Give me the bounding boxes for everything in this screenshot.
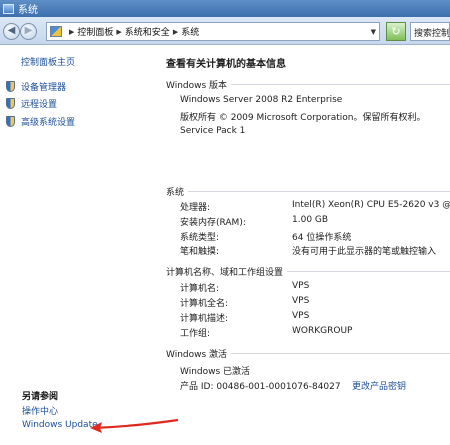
sidebar-item-device-manager[interactable]: 设备管理器 — [6, 79, 66, 93]
row-key: 计算机全名: — [180, 299, 229, 309]
sidebar-item-label[interactable]: 设备管理器 — [21, 80, 66, 93]
back-button[interactable]: ◀ — [3, 23, 20, 40]
row-value: VPS — [292, 311, 310, 321]
row-value: Intel(R) Xeon(R) CPU E5-2620 v3 @ 2. — [292, 200, 450, 210]
see-also-heading: 另请参阅 — [22, 392, 59, 402]
computer-name-row: 计算机名: VPS — [180, 281, 450, 294]
computer-name-section: 计算机名称、域和工作组设置 计算机名: VPS 计算机全名: VPS 计算机描述… — [166, 265, 450, 345]
computer-description-row: 计算机描述: VPS — [180, 311, 450, 324]
sidebar-item-advanced-settings[interactable]: 高级系统设置 — [6, 114, 75, 128]
breadcrumb-control-panel[interactable]: 控制面板 — [77, 25, 113, 38]
chevron-right-icon[interactable]: ▶ — [116, 28, 121, 36]
processor-row: 处理器: Intel(R) Xeon(R) CPU E5-2620 v3 @ 2… — [180, 200, 450, 213]
activation-status: Windows 已激活 — [180, 367, 251, 377]
system-section: 系统 处理器: Intel(R) Xeon(R) CPU E5-2620 v3 … — [166, 185, 450, 265]
windows-edition-section: Windows 版本 Windows Server 2008 R2 Enterp… — [166, 78, 450, 158]
breadcrumb-system-security[interactable]: 系统和安全 — [125, 25, 170, 38]
shield-icon — [6, 115, 15, 127]
sidebar-item-label[interactable]: 高级系统设置 — [21, 115, 75, 128]
change-product-key-link[interactable]: 更改产品密钥 — [352, 379, 406, 392]
chevron-right-icon[interactable]: ▶ — [69, 28, 74, 36]
product-id: 产品 ID: 00486-001-0001076-84027 — [180, 382, 341, 392]
row-key: 计算机描述: — [180, 314, 229, 324]
row-key: 处理器: — [180, 203, 211, 213]
breadcrumb-system[interactable]: 系统 — [181, 25, 199, 38]
row-value: WORKGROUP — [292, 326, 353, 336]
sidebar-item-remote-settings[interactable]: 远程设置 — [6, 96, 57, 110]
memory-row: 安装内存(RAM): 1.00 GB — [180, 215, 450, 228]
system-window-icon — [3, 3, 14, 14]
full-computer-name-row: 计算机全名: VPS — [180, 296, 450, 309]
row-key: 工作组: — [180, 329, 211, 339]
refresh-button[interactable]: ↻ — [386, 22, 406, 41]
breadcrumb[interactable]: ▶ 控制面板 ▶ 系统和安全 ▶ 系统 ▼ — [46, 22, 380, 41]
window-title: 系统 — [18, 5, 38, 16]
divider — [166, 191, 450, 192]
section-title: Windows 激活 — [166, 347, 232, 360]
main-content: 查看有关计算机的基本信息 Windows 版本 Windows Server 2… — [150, 46, 450, 445]
control-panel-home-link[interactable]: 控制面板主页 — [21, 55, 75, 68]
title-bar: 系统 — [0, 0, 450, 17]
shield-icon — [6, 97, 15, 109]
activation-section: Windows 激活 Windows 已激活 产品 ID: 00486-001-… — [166, 347, 450, 397]
section-title: 计算机名称、域和工作组设置 — [166, 265, 288, 278]
row-value: 64 位操作系统 — [292, 233, 352, 243]
section-title: 系统 — [166, 185, 189, 198]
row-value: 1.00 GB — [292, 215, 329, 225]
os-name: Windows Server 2008 R2 Enterprise — [180, 95, 343, 105]
section-title: Windows 版本 — [166, 78, 232, 91]
row-value: VPS — [292, 296, 310, 306]
system-type-row: 系统类型: 64 位操作系统 — [180, 230, 450, 243]
row-key: 笔和触摸: — [180, 247, 220, 257]
row-value: 没有可用于此显示器的笔或触控输入 — [292, 247, 437, 257]
search-input[interactable]: 搜索控制 — [410, 22, 450, 41]
row-key: 系统类型: — [180, 233, 220, 243]
chevron-down-icon[interactable]: ▼ — [371, 28, 376, 36]
sidebar: 控制面板主页 设备管理器 远程设置 高级系统设置 另请参阅 操作中心 Windo… — [0, 46, 150, 445]
service-pack: Service Pack 1 — [180, 126, 246, 136]
shield-icon — [6, 80, 15, 92]
copyright-text: 版权所有 © 2009 Microsoft Corporation。保留所有权利… — [180, 113, 426, 123]
sidebar-item-label[interactable]: 远程设置 — [21, 97, 57, 110]
row-key: 安装内存(RAM): — [180, 218, 246, 228]
action-center-link[interactable]: 操作中心 — [22, 404, 58, 417]
forward-button[interactable]: ▶ — [20, 23, 37, 40]
chevron-right-icon[interactable]: ▶ — [173, 28, 178, 36]
control-panel-icon — [50, 26, 62, 37]
address-bar: ◀ ▶ ▶ 控制面板 ▶ 系统和安全 ▶ 系统 ▼ ↻ 搜索控制 — [0, 17, 450, 45]
workgroup-row: 工作组: WORKGROUP — [180, 326, 450, 339]
page-title: 查看有关计算机的基本信息 — [166, 59, 286, 70]
row-value: VPS — [292, 281, 310, 291]
pen-touch-row: 笔和触摸: 没有可用于此显示器的笔或触控输入 — [180, 244, 450, 257]
row-key: 计算机名: — [180, 284, 220, 294]
